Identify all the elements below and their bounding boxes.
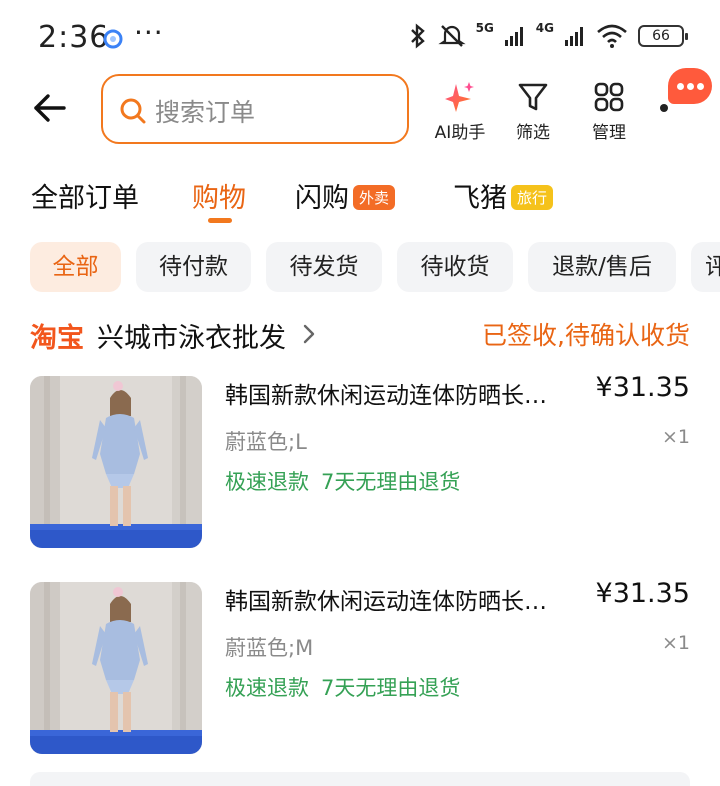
ai-sparkle-icon [445,82,474,112]
tab-label: 全部订单 [31,183,139,214]
grid-icon [594,82,624,112]
chip-all[interactable]: 全部 [30,242,121,292]
manage-label: 管理 [592,123,626,143]
back-arrow-icon[interactable] [30,88,70,128]
ai-assistant-button[interactable]: AI助手 [428,80,492,143]
search-placeholder: 搜索订单 [155,98,256,127]
product-quantity: ×1 [661,426,690,448]
next-order-card[interactable] [30,772,690,786]
header-bar: 搜索订单 AI助手 筛选 管理 [0,74,720,148]
silent-bell-icon [437,25,466,47]
wifi-icon [597,24,627,48]
active-tab-indicator [208,218,232,223]
shop-name[interactable]: 兴城市泳衣批发 [97,316,286,355]
service-tags: 极速退款 7天无理由退货 [225,466,472,496]
chevron-right-icon [303,324,315,344]
manage-button[interactable]: 管理 [586,80,632,143]
tab-shopping[interactable]: 购物 [192,176,246,215]
product-title[interactable]: 韩国新款休闲运动连体防晒长… [225,376,575,410]
chip-review[interactable]: 评 [691,242,720,292]
tab-label: 闪购 [295,183,349,214]
product-spec: 蔚蓝色;M [225,636,314,660]
product-spec: 蔚蓝色;L [225,430,307,454]
product-thumbnail[interactable] [30,582,202,754]
shop-header[interactable]: 淘宝 兴城市泳衣批发 已签收,待确认收货 [0,308,720,356]
tab-fliggy[interactable]: 飞猪 旅行 [453,176,554,215]
ai-assistant-label: AI助手 [434,123,486,143]
taobao-logo: 淘宝 [30,323,84,354]
signal-4g-label: 4G [535,21,554,35]
filter-label: 筛选 [516,123,550,143]
seven-day-return-tag: 7天无理由退货 [321,676,461,700]
signal-bars-icon [565,27,583,46]
battery-indicator: 66 [638,25,688,47]
bluetooth-icon [410,23,425,49]
product-price: ¥31.35 [595,578,690,609]
product-title[interactable]: 韩国新款休闲运动连体防晒长… [225,582,575,616]
fast-refund-tag: 极速退款 [225,676,309,700]
order-search-input[interactable]: 搜索订单 [101,74,409,144]
message-chat-icon[interactable] [668,68,712,104]
tab-label: 飞猪 [453,183,507,214]
order-type-tabs: 全部订单 购物 闪购 外卖 飞猪 旅行 [0,170,720,226]
signal-5g-label: 5G [475,21,494,35]
filter-button[interactable]: 筛选 [510,80,556,143]
product-price: ¥31.35 [595,372,690,403]
tab-all-orders[interactable]: 全部订单 [31,176,139,215]
chip-refund-aftersale[interactable]: 退款/售后 [528,242,676,292]
order-status: 已签收,待确认收货 [482,321,690,350]
funnel-icon [518,83,548,111]
chip-pending-receipt[interactable]: 待收货 [397,242,513,292]
fast-refund-tag: 极速退款 [225,470,309,494]
travel-badge: 旅行 [511,185,554,210]
tab-flash-buy[interactable]: 闪购 外卖 [295,176,396,215]
seven-day-return-tag: 7天无理由退货 [321,470,461,494]
status-bar: 2:36 ··· 5G 4G 66 [0,0,720,80]
status-overflow: ··· [134,16,164,49]
order-item[interactable]: 韩国新款休闲运动连体防晒长… ¥31.35 蔚蓝色;L ×1 极速退款 7天无理由… [0,372,720,548]
search-icon [120,98,146,124]
tab-label: 购物 [192,183,246,214]
product-thumbnail[interactable] [30,376,202,548]
chip-pending-shipment[interactable]: 待发货 [266,242,382,292]
app-notification-icon [103,29,123,49]
takeout-badge: 外卖 [353,185,396,210]
signal-bars-icon [504,27,523,46]
status-filter-chips: 全部 待付款 待发货 待收货 退款/售后 评 [0,242,720,294]
product-quantity: ×1 [661,632,690,654]
message-dot-indicator [660,104,668,112]
order-item[interactable]: 韩国新款休闲运动连体防晒长… ¥31.35 蔚蓝色;M ×1 极速退款 7天无理由… [0,578,720,754]
chip-pending-payment[interactable]: 待付款 [136,242,251,292]
service-tags: 极速退款 7天无理由退货 [225,672,472,702]
status-time: 2:36 [38,20,110,55]
